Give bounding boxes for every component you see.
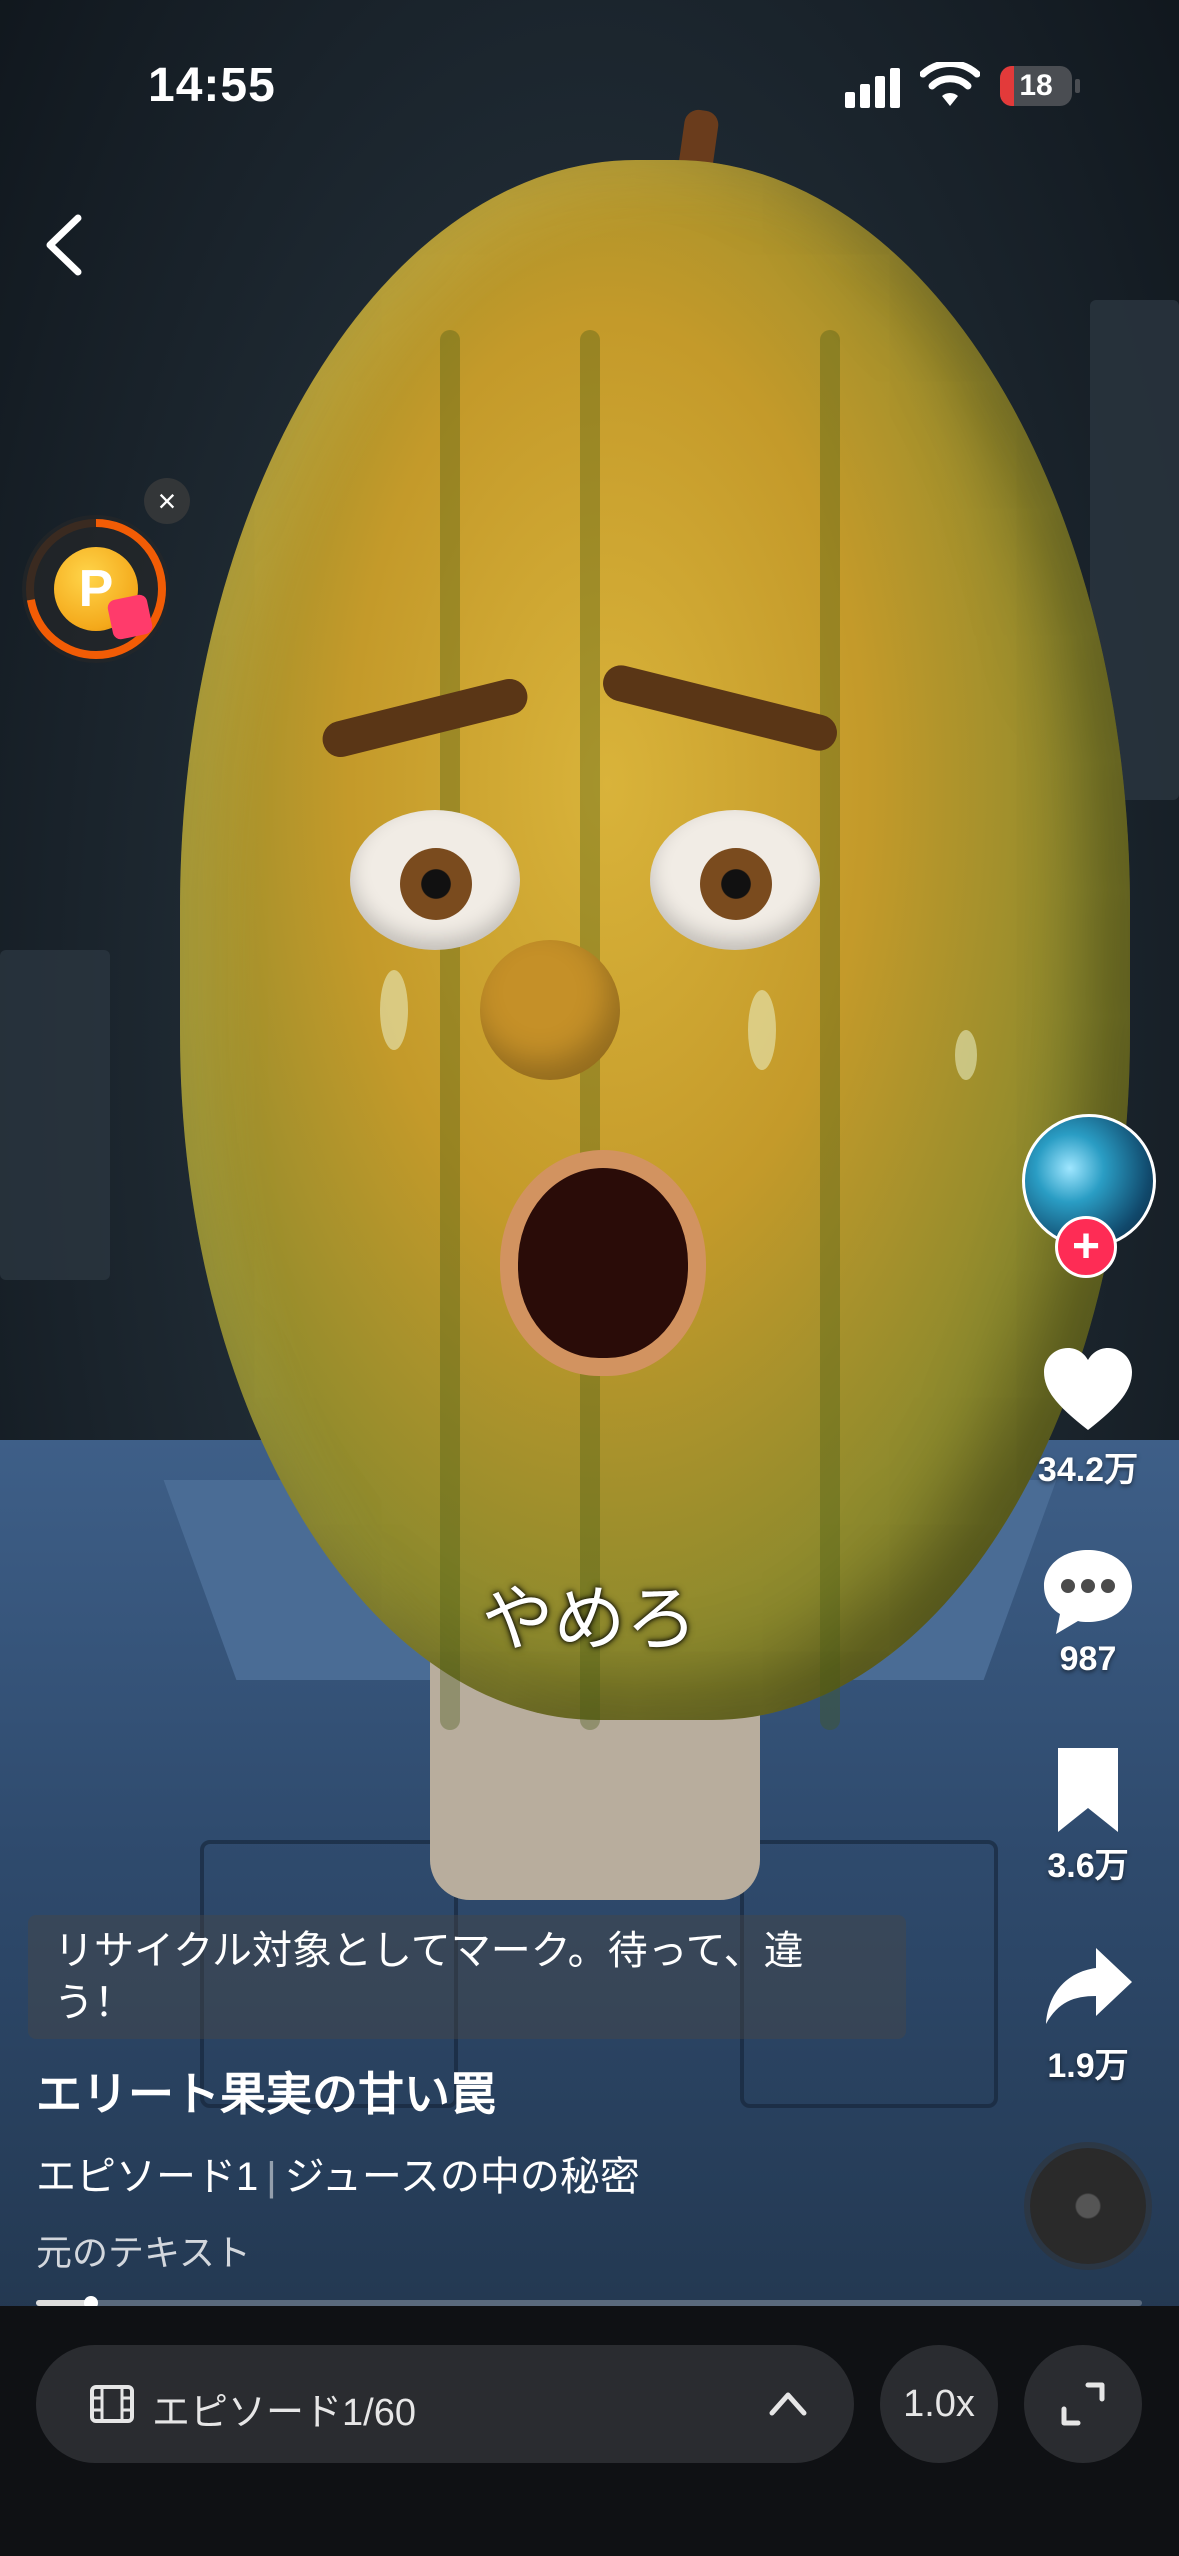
battery-cap	[1075, 79, 1080, 93]
tear-drop	[380, 970, 408, 1050]
share-arrow-icon[interactable]	[1040, 1940, 1136, 2036]
left-iris	[400, 848, 472, 920]
right-iris	[700, 848, 772, 920]
share-count: 1.9万	[1047, 2047, 1129, 2085]
video-subtitle: やめろ	[481, 1580, 698, 1660]
film-icon	[90, 2385, 134, 2423]
episode-name: ジュースの中の秘密	[284, 2155, 640, 2199]
audio-disc[interactable]	[1030, 2148, 1146, 2264]
episode-selector[interactable]: エピソード1/60	[36, 2345, 854, 2463]
left-eye	[350, 810, 520, 950]
play-badge-icon	[106, 593, 154, 641]
cellular-signal-icon	[845, 68, 900, 108]
episode-info: エピソード1 | ジュースの中の秘密	[36, 2144, 640, 2202]
divider: |	[266, 2155, 277, 2199]
playback-speed-button[interactable]: 1.0x	[880, 2345, 998, 2463]
chevron-up-icon	[769, 2392, 807, 2416]
like-count: 34.2万	[1037, 1451, 1139, 1489]
bookmark-icon[interactable]	[1040, 1742, 1136, 1838]
tear-drop	[748, 990, 776, 1070]
tear-drop	[955, 1030, 977, 1080]
wifi-icon	[920, 62, 980, 106]
video-caption: リサイクル対象としてマーク。待って、違う！	[28, 1915, 906, 2039]
battery-indicator: 18	[1000, 66, 1080, 106]
fullscreen-icon	[1061, 2382, 1105, 2426]
right-eye	[650, 810, 820, 950]
background-panel	[0, 950, 110, 1280]
save-count: 3.6万	[1047, 1847, 1129, 1885]
drama-title[interactable]: エリート果実の甘い罠	[36, 2058, 496, 2124]
points-reward-widget[interactable]: P	[22, 515, 170, 663]
original-text-link[interactable]: 元のテキスト	[36, 2224, 251, 2276]
character-fruit-head	[180, 160, 1130, 1730]
heart-icon[interactable]	[1040, 1344, 1136, 1440]
battery-percent: 18	[1019, 69, 1053, 102]
fruit-rib	[820, 330, 840, 1730]
fruit-rib	[440, 330, 460, 1730]
character-mouth	[500, 1150, 706, 1376]
episode-label: エピソード1	[36, 2155, 259, 2199]
episode-selector-label: エピソード1/60	[152, 2392, 416, 2434]
status-time: 14:55	[148, 59, 276, 112]
fullscreen-button[interactable]	[1024, 2345, 1142, 2463]
chevron-left-icon[interactable]	[40, 210, 90, 280]
follow-button[interactable]: +	[1055, 1216, 1117, 1278]
character-nose	[480, 940, 620, 1080]
